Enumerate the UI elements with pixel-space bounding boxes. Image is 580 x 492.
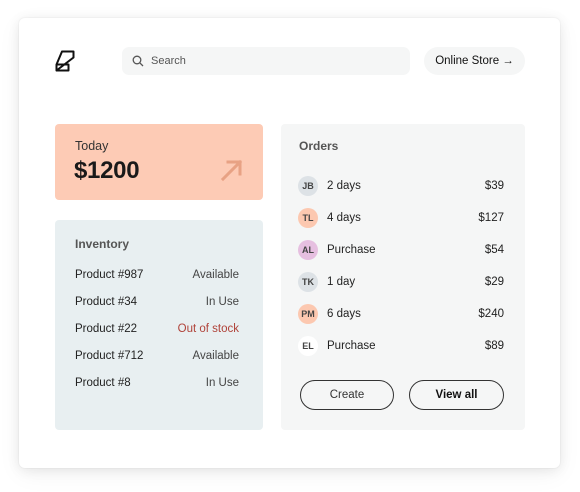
order-description: 6 days	[327, 308, 361, 320]
today-value: $1200	[74, 157, 140, 184]
inventory-title: Inventory	[75, 237, 130, 251]
view-all-button-label: View all	[435, 389, 478, 401]
order-amount: $240	[478, 308, 504, 320]
arrow-up-right-icon	[220, 159, 243, 182]
inventory-row[interactable]: Product #22 Out of stock	[75, 321, 239, 337]
inventory-product-name: Product #34	[75, 296, 138, 308]
avatar: TK	[298, 272, 318, 292]
inventory-status: In Use	[205, 296, 239, 308]
inventory-row[interactable]: Product #8 In Use	[75, 375, 239, 391]
online-store-button[interactable]: Online Store →	[424, 47, 525, 75]
inventory-status: Out of stock	[177, 323, 239, 335]
order-description: 2 days	[327, 180, 361, 192]
search-bar[interactable]	[122, 47, 410, 75]
order-row[interactable]: EL Purchase $89	[298, 336, 504, 356]
today-label: Today	[75, 139, 109, 153]
avatar: PM	[298, 304, 318, 324]
order-description: 1 day	[327, 276, 356, 288]
order-amount: $29	[484, 276, 504, 288]
inventory-product-name: Product #8	[75, 377, 131, 389]
avatar: EL	[298, 336, 318, 356]
inventory-row[interactable]: Product #712 Available	[75, 348, 239, 364]
today-revenue-card: Today $1200	[55, 124, 263, 200]
create-button-label: Create	[329, 389, 365, 401]
order-row[interactable]: TL 4 days $127	[298, 208, 504, 228]
view-all-button[interactable]: View all	[409, 380, 504, 410]
orders-panel: Orders JB 2 days $39 TL 4 days $127 AL P…	[281, 124, 525, 430]
inventory-panel: Inventory Product #987 Available Product…	[55, 220, 263, 430]
order-row[interactable]: PM 6 days $240	[298, 304, 504, 324]
brand-logo-icon[interactable]	[53, 49, 77, 73]
avatar: JB	[298, 176, 318, 196]
order-row[interactable]: JB 2 days $39	[298, 176, 504, 196]
order-row[interactable]: AL Purchase $54	[298, 240, 504, 260]
inventory-row[interactable]: Product #987 Available	[75, 267, 239, 283]
avatar: AL	[298, 240, 318, 260]
create-button[interactable]: Create	[300, 380, 394, 410]
inventory-product-name: Product #987	[75, 269, 144, 281]
inventory-product-name: Product #712	[75, 350, 144, 362]
inventory-status: Available	[192, 350, 239, 362]
search-input[interactable]	[151, 55, 391, 67]
order-amount: $54	[484, 244, 504, 256]
inventory-product-name: Product #22	[75, 323, 138, 335]
inventory-status: Available	[192, 269, 239, 281]
inventory-row[interactable]: Product #34 In Use	[75, 294, 239, 310]
order-amount: $127	[478, 212, 504, 224]
orders-title: Orders	[299, 139, 339, 153]
online-store-label: Online Store →	[435, 55, 514, 67]
order-amount: $39	[484, 180, 504, 192]
order-amount: $89	[484, 340, 504, 352]
inventory-status: In Use	[205, 377, 239, 389]
search-icon	[132, 55, 144, 67]
order-description: Purchase	[327, 244, 376, 256]
order-row[interactable]: TK 1 day $29	[298, 272, 504, 292]
avatar: TL	[298, 208, 318, 228]
order-description: Purchase	[327, 340, 376, 352]
order-description: 4 days	[327, 212, 361, 224]
